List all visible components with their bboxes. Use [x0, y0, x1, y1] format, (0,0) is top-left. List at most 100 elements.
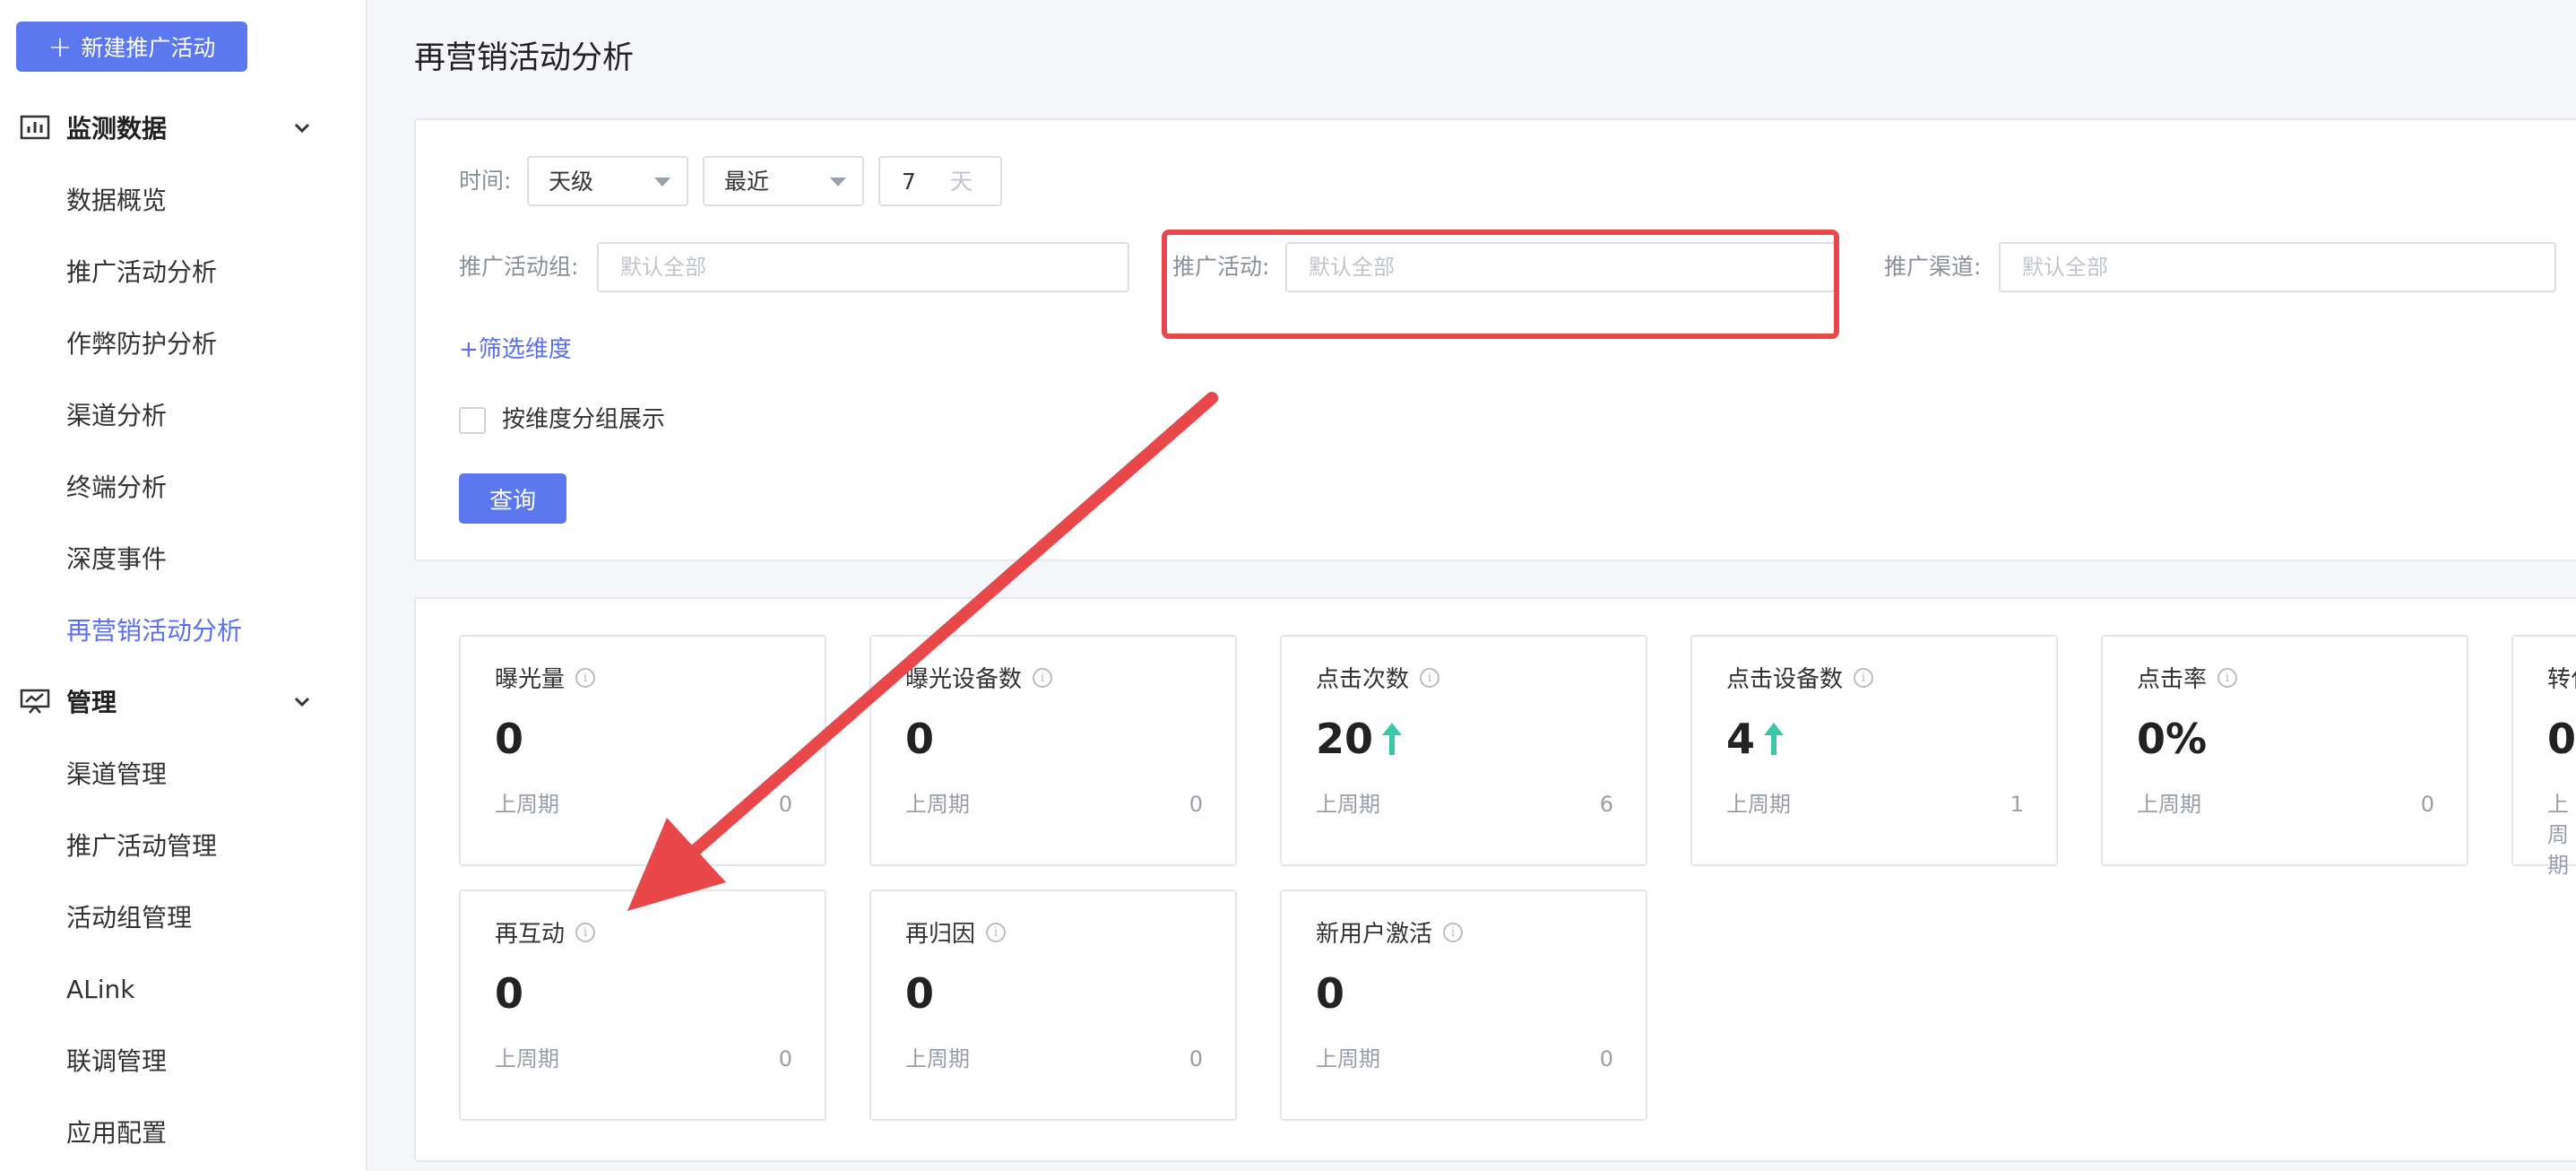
new-campaign-label: 新建推广活动 — [81, 35, 216, 61]
prev-period-label: 上周期 — [1316, 792, 1380, 817]
metric-value: 20 — [1316, 715, 1374, 763]
nav-group-label: 管理 — [66, 688, 117, 717]
prev-period-label: 上周期 — [2547, 792, 2569, 878]
metric-name: 转化 — [2547, 666, 2576, 693]
sidebar-item-alink[interactable]: ALink — [66, 972, 135, 1008]
nav-group-management[interactable]: 管理 — [0, 674, 367, 728]
prev-period-value: 0 — [2420, 792, 2434, 817]
metric-card-new-user-activation: 新用户激活 i 0 上周期 0 — [1280, 889, 1647, 1121]
info-icon[interactable]: i — [575, 922, 596, 942]
granularity-value: 天级 — [549, 169, 594, 195]
metric-value: 0 — [2547, 715, 2576, 763]
sidebar-item-device-analysis[interactable]: 终端分析 — [66, 470, 167, 506]
days-input[interactable]: 7 天 — [878, 156, 1002, 206]
granularity-select[interactable]: 天级 — [527, 156, 688, 206]
time-label: 时间: — [459, 168, 512, 194]
metric-name: 曝光量 i — [495, 664, 596, 696]
group-by-dimension-checkbox[interactable] — [459, 407, 486, 434]
sidebar-item-deep-events[interactable]: 深度事件 — [66, 542, 167, 577]
plus-icon: + — [48, 30, 73, 64]
campaign-group-label: 推广活动组: — [459, 254, 579, 280]
sidebar-item-campaign-management[interactable]: 推广活动管理 — [66, 828, 217, 864]
sidebar-item-remarketing-analysis[interactable]: 再营销活动分析 — [66, 613, 242, 649]
metric-name: 再归因 i — [905, 918, 1007, 950]
sidebar-item-campaign-analysis[interactable]: 推广活动分析 — [66, 255, 217, 291]
page-title: 再营销活动分析 — [414, 40, 635, 76]
sidebar-item-data-overview[interactable]: 数据概览 — [66, 183, 167, 219]
metric-name: 点击设备数 i — [1726, 664, 1874, 696]
sidebar-item-fraud-protection[interactable]: 作弊防护分析 — [66, 326, 217, 362]
info-icon[interactable]: i — [575, 667, 596, 688]
info-icon[interactable]: i — [1854, 667, 1874, 688]
sidebar-item-group-management[interactable]: 活动组管理 — [66, 900, 192, 936]
prev-period-label: 上周期 — [2137, 792, 2201, 817]
sidebar-item-channel-analysis[interactable]: 渠道分析 — [66, 398, 167, 434]
range-value: 最近 — [724, 169, 770, 195]
presentation-icon — [20, 689, 50, 714]
metric-card-conversion: 转化 0 上周期 — [2511, 635, 2576, 878]
prev-period-label: 上周期 — [1726, 792, 1791, 817]
nav-group-monitoring[interactable]: 监测数据 — [0, 100, 367, 154]
days-value: 7 — [902, 169, 916, 195]
metric-card-exposure-devices: 曝光设备数 i 0 上周期 0 — [869, 635, 1237, 866]
metric-value: 0% — [2137, 715, 2208, 763]
nav-group-label: 监测数据 — [66, 114, 168, 143]
metric-card-reattribution: 再归因 i 0 上周期 0 — [869, 889, 1237, 1121]
prev-period-label: 上周期 — [905, 792, 970, 817]
metric-value-row: 4 — [1726, 712, 1785, 766]
metric-value: 0 — [905, 969, 935, 1018]
sidebar: + 新建推广活动 监测数据 数据概览 推广活动分析 作弊防护分析 渠道分析 终端… — [0, 0, 367, 1171]
annotation-highlight-box — [1162, 230, 1839, 339]
metric-card-click-devices: 点击设备数 i 4 上周期 1 — [1690, 635, 2058, 866]
caret-down-icon — [654, 178, 670, 186]
prev-period-value: 0 — [1189, 792, 1203, 817]
caret-down-icon — [830, 178, 846, 186]
metric-name: 点击次数 i — [1316, 664, 1440, 696]
prev-period-label: 上周期 — [1316, 1046, 1380, 1071]
metric-card-exposure: 曝光量 i 0 上周期 0 — [459, 635, 826, 866]
info-icon[interactable]: i — [1033, 667, 1053, 688]
prev-period-value: 0 — [1599, 1046, 1613, 1071]
channel-input[interactable] — [1999, 242, 2556, 292]
metric-value: 0 — [495, 969, 524, 1018]
metric-card-clicks: 点击次数 i 20 上周期 6 — [1280, 635, 1647, 866]
metric-value: 0 — [495, 715, 524, 763]
prev-period-value: 0 — [778, 792, 792, 817]
prev-period-label: 上周期 — [905, 1046, 970, 1071]
bar-chart-icon — [20, 115, 50, 140]
new-campaign-button[interactable]: + 新建推广活动 — [16, 22, 247, 72]
prev-period-value: 1 — [2010, 792, 2024, 817]
metric-value: 0 — [1316, 969, 1345, 1018]
sidebar-item-app-config[interactable]: 应用配置 — [66, 1115, 167, 1151]
prev-period-label: 上周期 — [495, 1046, 559, 1071]
metric-value: 4 — [1726, 715, 1756, 763]
range-select[interactable]: 最近 — [703, 156, 864, 206]
metric-name: 点击率 i — [2137, 664, 2238, 696]
chevron-down-icon — [294, 697, 310, 707]
query-button[interactable]: 查询 — [459, 473, 566, 524]
chevron-down-icon — [294, 123, 310, 134]
arrow-up-icon — [1764, 723, 1785, 755]
prev-period-value: 6 — [1599, 792, 1613, 817]
info-icon[interactable]: i — [1443, 922, 1464, 942]
arrow-up-icon — [1382, 723, 1403, 755]
metric-name: 曝光设备数 i — [905, 664, 1053, 696]
days-unit: 天 — [950, 169, 973, 195]
prev-period-label: 上周期 — [495, 792, 559, 817]
info-icon[interactable]: i — [1420, 667, 1440, 688]
info-icon[interactable]: i — [986, 922, 1007, 942]
info-icon[interactable]: i — [2217, 667, 2238, 688]
group-by-dimension-label[interactable]: 按维度分组展示 — [502, 403, 665, 436]
metric-card-ctr: 点击率 i 0% 上周期 0 — [2101, 635, 2468, 866]
channel-label: 推广渠道: — [1884, 254, 1982, 280]
metric-name: 新用户激活 i — [1316, 918, 1464, 950]
sidebar-item-channel-management[interactable]: 渠道管理 — [66, 757, 167, 793]
metric-value-row: 20 — [1316, 712, 1404, 766]
prev-period-value: 0 — [1189, 1046, 1203, 1071]
metric-name: 再互动 i — [495, 918, 596, 950]
campaign-group-input[interactable] — [597, 242, 1129, 292]
add-filter-dimension-link[interactable]: +筛选维度 — [459, 334, 572, 366]
metric-card-reengagement: 再互动 i 0 上周期 0 — [459, 889, 826, 1121]
metric-value: 0 — [905, 715, 935, 763]
sidebar-item-debug-management[interactable]: 联调管理 — [66, 1044, 167, 1080]
